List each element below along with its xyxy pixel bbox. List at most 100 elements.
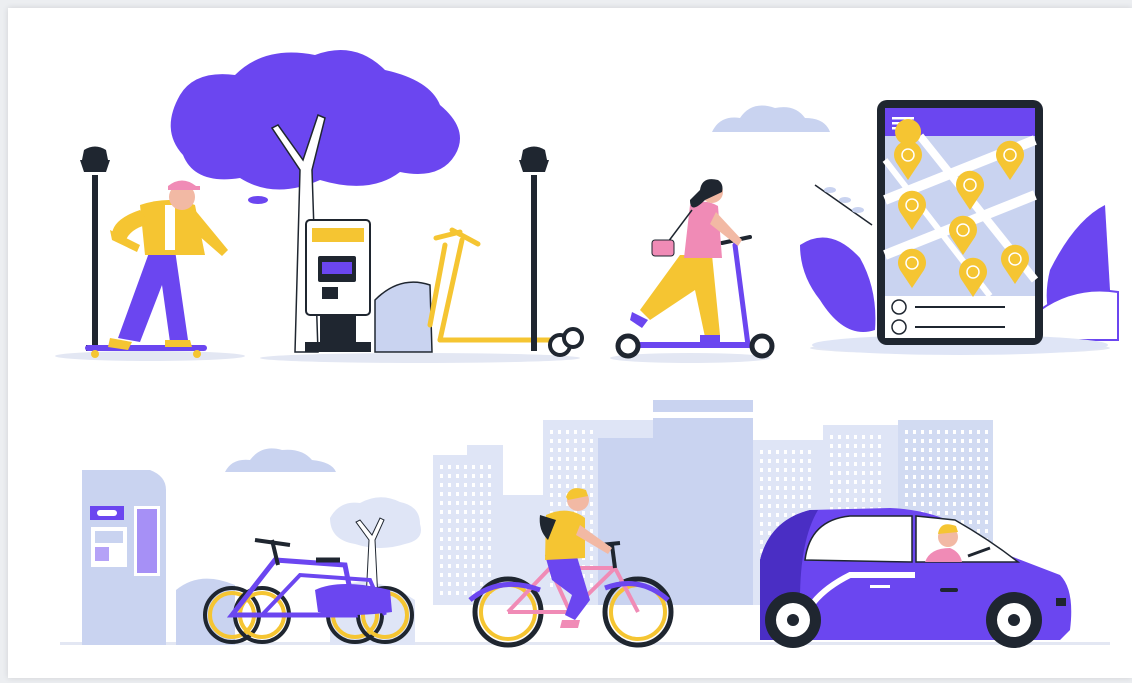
building-window — [953, 430, 956, 434]
building-window — [440, 519, 443, 523]
building-window — [784, 450, 787, 454]
building-window — [464, 564, 467, 568]
building-window — [550, 466, 553, 470]
building-window — [953, 466, 956, 470]
building-window — [953, 484, 956, 488]
building-window — [937, 448, 940, 452]
building-window — [792, 504, 795, 508]
building-window — [830, 471, 833, 475]
building-window — [870, 480, 873, 484]
building-window — [464, 474, 467, 478]
building-window — [808, 486, 811, 490]
bike-basket — [315, 584, 392, 615]
building-window — [830, 489, 833, 493]
building-window — [808, 477, 811, 481]
building-window — [977, 511, 980, 515]
building-window — [961, 457, 964, 461]
building-window — [969, 511, 972, 515]
building-window — [472, 483, 475, 487]
building-window — [464, 501, 467, 505]
building-window — [913, 439, 916, 443]
building-window — [838, 498, 841, 502]
building-window — [440, 528, 443, 532]
building-window — [784, 495, 787, 499]
building-window — [830, 444, 833, 448]
building-window — [846, 435, 849, 439]
building-window — [808, 450, 811, 454]
building-window — [440, 573, 443, 577]
building-window — [961, 475, 964, 479]
building-window — [488, 501, 491, 505]
building-window — [574, 466, 577, 470]
building-window — [480, 564, 483, 568]
building-window — [464, 483, 467, 487]
building-window — [977, 439, 980, 443]
building-window — [590, 583, 593, 587]
building-window — [768, 522, 771, 526]
building-window — [456, 519, 459, 523]
building-window — [913, 493, 916, 497]
illustration-frame — [8, 8, 1132, 678]
building-window — [985, 430, 988, 434]
building-window — [985, 475, 988, 479]
menu-icon — [892, 117, 914, 120]
building-window — [776, 513, 779, 517]
building-window — [456, 501, 459, 505]
building-window — [456, 591, 459, 595]
building-window — [929, 502, 932, 506]
building-window — [937, 457, 940, 461]
building-window — [760, 540, 763, 544]
building-window — [854, 480, 857, 484]
ground-shadow — [260, 353, 580, 363]
car — [760, 508, 1072, 648]
building-window — [800, 459, 803, 463]
building-window — [937, 430, 940, 434]
building-window — [862, 498, 865, 502]
building-window — [862, 453, 865, 457]
building-window — [760, 513, 763, 517]
building-window — [800, 495, 803, 499]
building-window — [854, 453, 857, 457]
building-window — [945, 430, 948, 434]
building-window — [590, 511, 593, 515]
building-window — [448, 555, 451, 559]
building-window — [472, 582, 475, 586]
building-window — [768, 495, 771, 499]
scooter-station-kiosk — [305, 219, 433, 353]
building-window — [448, 510, 451, 514]
building-window — [945, 511, 948, 515]
building-window — [945, 457, 948, 461]
building-window — [953, 457, 956, 461]
building-window — [590, 448, 593, 452]
building-window — [969, 448, 972, 452]
building-window — [776, 495, 779, 499]
building-window — [870, 435, 873, 439]
building-window — [953, 502, 956, 506]
building-window — [838, 453, 841, 457]
building-window — [590, 502, 593, 506]
building-window — [838, 480, 841, 484]
building-window — [961, 511, 964, 515]
building-window — [953, 439, 956, 443]
building-window — [838, 462, 841, 466]
building-window — [830, 480, 833, 484]
building-window — [574, 448, 577, 452]
building-window — [488, 546, 491, 550]
building-window — [480, 501, 483, 505]
building-window — [440, 465, 443, 469]
building-window — [905, 448, 908, 452]
building-window — [830, 498, 833, 502]
building-window — [862, 489, 865, 493]
building-window — [913, 484, 916, 488]
building-window — [768, 468, 771, 472]
building-window — [800, 504, 803, 508]
building-window — [480, 537, 483, 541]
building-window — [472, 573, 475, 577]
building-window — [448, 573, 451, 577]
building-window — [977, 457, 980, 461]
building-window — [870, 489, 873, 493]
building-window — [969, 466, 972, 470]
building-window — [456, 546, 459, 550]
building-window — [582, 475, 585, 479]
building-window — [464, 582, 467, 586]
